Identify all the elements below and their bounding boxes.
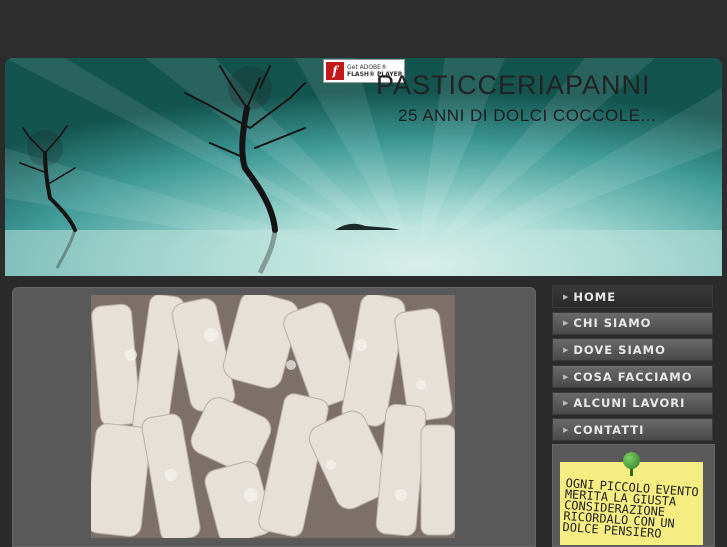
nav-item-label: CHI SIAMO (573, 316, 652, 331)
bullet-icon: ▶ (563, 345, 569, 354)
nav-item-label: HOME (573, 289, 617, 304)
pushpin-icon (623, 452, 640, 469)
bullet-icon: ▶ (563, 399, 569, 408)
nav-item-cosa-facciamo[interactable]: ▶ COSA FACCIAMO (552, 365, 713, 389)
nav-item-contatti[interactable]: ▶ CONTATTI (552, 418, 713, 442)
nav-item-chi-siamo[interactable]: ▶ CHI SIAMO (552, 311, 713, 335)
nav-item-label: CONTATTI (573, 422, 645, 437)
nav-item-alcuni-lavori[interactable]: ▶ ALCUNI LAVORI (552, 391, 713, 415)
site-title: PASTICCERIAPANNI (376, 70, 651, 100)
nav-item-home[interactable]: ▶ HOME (552, 285, 713, 308)
bullet-icon: ▶ (563, 292, 569, 301)
main-navigation: ▶ HOME ▶ CHI SIAMO ▶ DOVE SIAMO ▶ COSA F… (552, 285, 713, 445)
sticky-note-text: OGNI PICCOLO EVENTO MERITA LA GIUSTA CON… (562, 476, 700, 541)
bullet-icon: ▶ (563, 319, 569, 328)
nav-item-label: DOVE SIAMO (573, 342, 666, 357)
pastry-photo (91, 295, 455, 538)
nav-item-label: ALCUNI LAVORI (573, 396, 686, 411)
nav-item-label: COSA FACCIAMO (573, 369, 693, 384)
bullet-icon: ▶ (563, 372, 569, 381)
site-tagline: 25 ANNI DI DOLCI COCCOLE... (398, 106, 657, 125)
top-strip (0, 0, 727, 58)
pastry-photo-illustration (91, 295, 455, 538)
bullet-icon: ▶ (563, 425, 569, 434)
nav-item-dove-siamo[interactable]: ▶ DOVE SIAMO (552, 338, 713, 362)
flash-icon: f (326, 62, 344, 80)
